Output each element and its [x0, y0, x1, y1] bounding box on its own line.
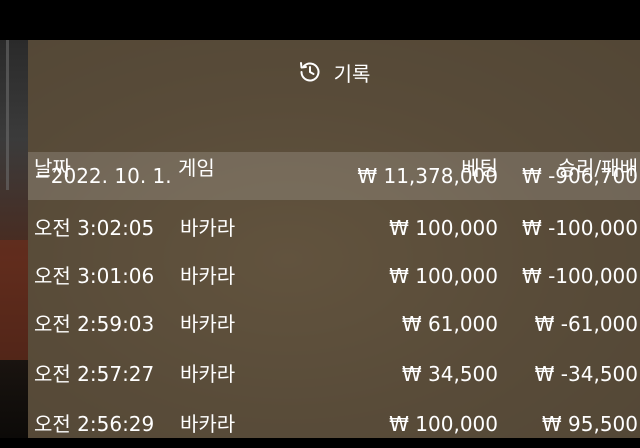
summary-bet: ₩ 11,378,000: [357, 164, 498, 188]
row-bet: ₩ 34,500: [401, 362, 498, 386]
history-icon: [299, 62, 320, 82]
background-stripe: [6, 40, 9, 190]
top-bar: [0, 0, 640, 40]
row-time: 오전 2:59:03: [34, 312, 155, 336]
row-game: 바카라: [180, 412, 236, 436]
row-result: ₩ -100,000: [521, 264, 638, 288]
history-title: 기록: [333, 61, 371, 86]
history-panel: 기록 날짜 게임 베팅 승리/패배 −2022. 10. 1. ₩ 11,378…: [28, 40, 640, 438]
left-background-edge: [0, 40, 28, 438]
table-row[interactable]: 오전 2:57:27 바카라 ₩ 34,500 ₩ -34,500: [28, 350, 640, 398]
row-time: 오전 2:57:27: [34, 362, 155, 386]
table-row[interactable]: 오전 2:59:03 바카라 ₩ 61,000 ₩ -61,000: [28, 300, 640, 348]
date-summary-row[interactable]: −2022. 10. 1. ₩ 11,378,000 ₩ -906,700: [28, 152, 640, 200]
row-result: ₩ 95,500: [541, 412, 638, 436]
row-result: ₩ -34,500: [534, 362, 638, 386]
table-row[interactable]: 오전 3:01:06 바카라 ₩ 100,000 ₩ -100,000: [28, 252, 640, 300]
background-stripe: [0, 240, 28, 360]
table-row[interactable]: 오전 2:56:29 바카라 ₩ 100,000 ₩ 95,500: [28, 400, 640, 448]
summary-result: ₩ -906,700: [521, 164, 638, 188]
row-bet: ₩ 100,000: [389, 216, 498, 240]
row-game: 바카라: [180, 362, 236, 386]
row-game: 바카라: [180, 216, 236, 240]
row-time: 오전 3:01:06: [34, 264, 155, 288]
row-time: 오전 3:02:05: [34, 216, 155, 240]
row-bet: ₩ 100,000: [389, 264, 498, 288]
row-game: 바카라: [180, 264, 236, 288]
row-result: ₩ -100,000: [521, 216, 638, 240]
history-header: 기록: [28, 54, 640, 90]
row-bet: ₩ 100,000: [389, 412, 498, 436]
row-time: 오전 2:56:29: [34, 412, 155, 436]
row-result: ₩ -61,000: [534, 312, 638, 336]
summary-date: −2022. 10. 1.: [34, 164, 172, 188]
row-bet: ₩ 61,000: [401, 312, 498, 336]
row-game: 바카라: [180, 312, 236, 336]
table-row[interactable]: 오전 3:02:05 바카라 ₩ 100,000 ₩ -100,000: [28, 204, 640, 252]
